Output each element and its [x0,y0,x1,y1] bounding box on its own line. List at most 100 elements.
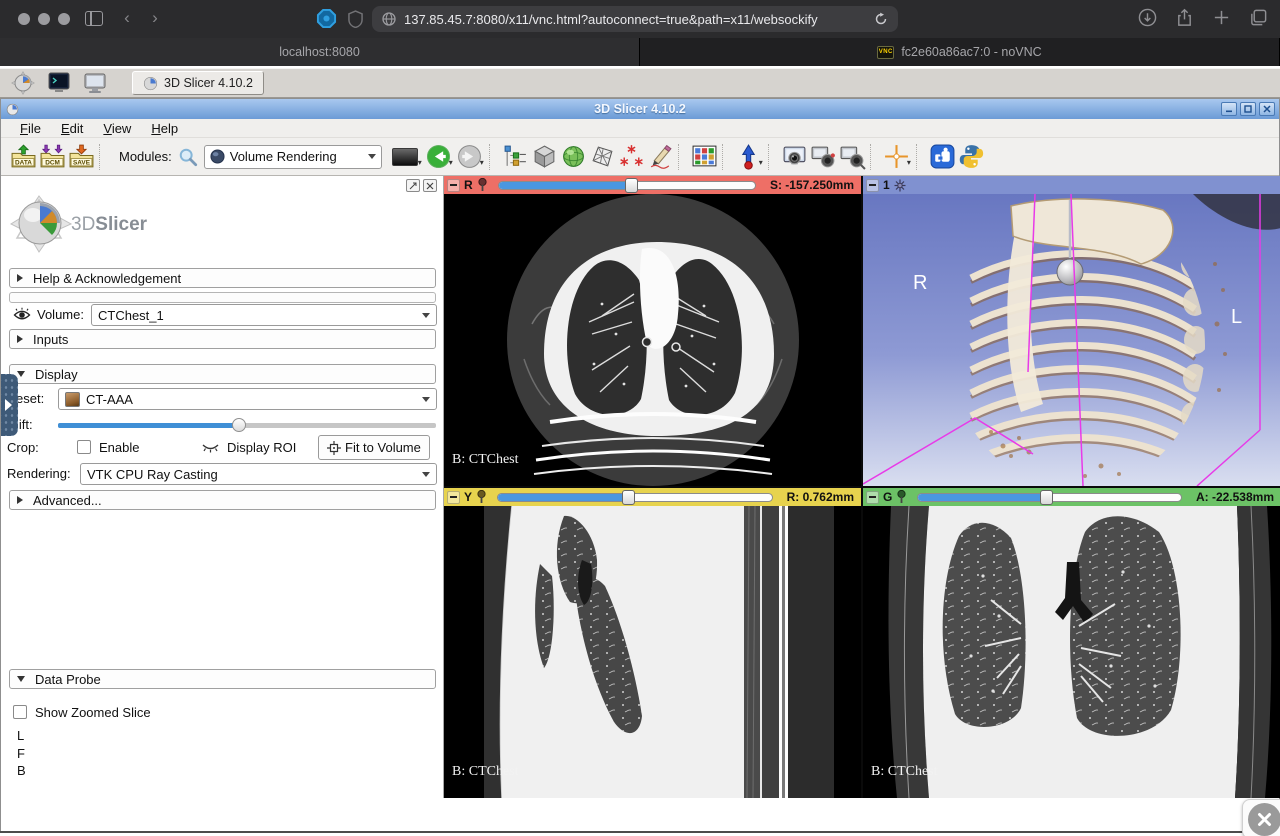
restore-scene-view-button[interactable] [839,143,866,170]
crop-enable-label: Enable [99,440,139,455]
minimize-button[interactable] [1221,102,1237,116]
advanced-section[interactable]: Advanced... [9,490,436,510]
red-slice-offset-slider[interactable] [498,178,756,192]
window-zoom-traffic-light[interactable] [58,13,70,25]
url-bar[interactable]: 137.85.45.7:8080/x11/vnc.html?autoconnec… [372,6,898,32]
downloads-icon[interactable] [1138,8,1157,27]
module-history-button[interactable] [392,148,418,166]
chevron-right-icon [17,274,23,282]
view-layout: R S: -157.250mm [444,176,1280,798]
markups-button[interactable] [618,143,645,170]
slicer-logo: 3DSlicer [9,194,189,263]
display-section-label: Display [35,367,78,382]
tab-novnc[interactable]: VNC fc2e60a86ac7:0 - noVNC [640,38,1280,66]
closed-eye-icon[interactable] [201,441,220,455]
yellow-view-letter: Y [464,490,472,504]
pin-icon[interactable] [476,490,487,504]
back-button[interactable]: ‹ [118,10,136,28]
preset-selector[interactable]: CT-AAA [58,388,437,410]
mouse-mode-button[interactable] [735,143,762,170]
forward-button[interactable]: › [146,10,164,28]
green-background-volume-label: B: CTChest [871,764,938,780]
fit-to-volume-button[interactable]: Fit to Volume [318,435,430,460]
titlebar[interactable]: 3D Slicer 4.10.2 [1,99,1279,119]
new-tab-icon[interactable] [1212,8,1231,27]
window-minimize-traffic-light[interactable] [38,13,50,25]
rendering-selector[interactable]: VTK CPU Ray Casting [80,463,437,485]
screenshot-button[interactable] [781,143,808,170]
red-viewport[interactable]: B: CTChest [444,194,861,486]
green-slice-offset-slider[interactable] [917,490,1182,504]
pin-icon[interactable] [896,490,907,504]
views-cube-button[interactable] [531,143,558,170]
share-icon[interactable] [1175,8,1194,27]
python-console-button[interactable] [958,143,985,170]
close-button[interactable] [1259,102,1275,116]
maximize-button[interactable] [1240,102,1256,116]
volume-selector[interactable]: CTChest_1 [91,304,437,326]
green-slice-view: G A: -22.538mm [863,488,1280,798]
module-search-icon[interactable] [178,147,198,167]
toolbar-separator [768,144,777,170]
yellow-collapse-button[interactable] [447,491,460,504]
terminal-launcher-icon[interactable] [46,71,72,96]
shift-slider[interactable] [58,418,436,432]
mesh-button[interactable] [589,143,616,170]
novnc-close-button[interactable] [1242,799,1280,836]
privacy-shield-icon[interactable] [348,10,363,28]
module-forward-button[interactable] [456,143,483,170]
load-dicom-button[interactable]: DCM [39,143,66,170]
help-acknowledgement-section[interactable]: Help & Acknowledgement [9,268,436,288]
save-button[interactable]: SAVE [68,143,95,170]
capture-scene-view-button[interactable] [810,143,837,170]
menu-edit[interactable]: Edit [52,121,92,136]
menubar: File Edit View Help [1,119,1279,138]
green-viewport[interactable]: B: CTChest [863,506,1280,798]
toolbar-separator [489,144,498,170]
content-blocker-icon[interactable] [316,8,337,29]
chevron-down-icon [422,313,430,318]
layout-selector-button[interactable] [691,143,718,170]
sidebar-toggle-icon[interactable] [85,11,103,26]
module-back-button[interactable] [425,143,452,170]
eye-icon [13,307,31,323]
three-d-collapse-button[interactable] [866,179,879,192]
axial-ct-image [444,194,861,486]
volume-label: Volume: [37,307,84,322]
green-collapse-button[interactable] [866,491,879,504]
tab-overview-icon[interactable] [1249,8,1268,27]
volume-row: Volume: CTChest_1 [1,304,444,326]
close-panel-button[interactable] [423,179,437,192]
annotations-button[interactable] [647,143,674,170]
slicer-launcher-icon[interactable] [10,71,36,96]
inputs-section[interactable]: Inputs [9,329,436,349]
toolbar-separator [722,144,731,170]
crosshair-button[interactable] [883,143,910,170]
models-sphere-button[interactable] [560,143,587,170]
crop-enable-checkbox[interactable] [77,440,91,454]
panel-drag-handle[interactable] [1,374,18,436]
tab-localhost[interactable]: localhost:8080 [0,38,640,66]
red-collapse-button[interactable] [447,179,460,192]
reload-button[interactable] [874,12,888,26]
yellow-slice-offset-slider[interactable] [497,490,773,504]
pin-icon[interactable] [477,178,488,192]
popup-panel-button[interactable] [406,179,420,192]
inputs-section-label: Inputs [33,332,68,347]
data-probe-section[interactable]: Data Probe [9,669,436,689]
show-zoomed-slice-checkbox[interactable] [13,705,27,719]
three-d-viewport[interactable]: R L [863,194,1280,486]
display-launcher-icon[interactable] [82,71,108,96]
pin-icon[interactable] [894,179,906,192]
menu-file[interactable]: File [11,121,50,136]
taskbar-app-button[interactable]: 3D Slicer 4.10.2 [132,71,264,95]
display-section[interactable]: Display [9,364,436,384]
load-data-button[interactable]: DATA [10,143,37,170]
extensions-manager-button[interactable] [929,143,956,170]
module-selector[interactable]: Volume Rendering [204,145,382,169]
module-list-button[interactable] [502,143,529,170]
menu-view[interactable]: View [94,121,140,136]
menu-help[interactable]: Help [142,121,187,136]
window-close-traffic-light[interactable] [18,13,30,25]
yellow-viewport[interactable]: B: CTChest [444,506,861,798]
